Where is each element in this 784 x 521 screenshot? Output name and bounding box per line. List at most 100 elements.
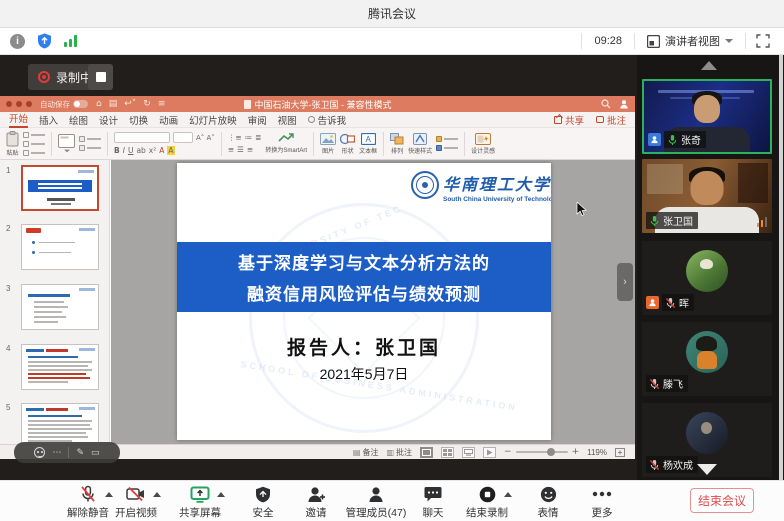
floating-annotation-bar[interactable]: ⋯ ✎ ▭ [14, 442, 120, 463]
slide-sorter-view-button[interactable] [441, 447, 454, 458]
menu-insert[interactable]: 插入 [39, 113, 58, 127]
zoom-knob[interactable] [547, 448, 555, 456]
participant-tile-zhangweiguo[interactable]: 张卫国 [642, 159, 772, 233]
autosave-label: 自动保存 [40, 99, 70, 110]
powerpoint-window: 自动保存 ⌂ ▤ ↩˅ ↻ ≡ 中国石油大学-张卫国 - 兼容性模式 [0, 96, 635, 459]
layout-mini-commands[interactable] [79, 136, 101, 151]
window-control-dots[interactable] [6, 101, 32, 107]
comments-status-button[interactable]: ▥批注 [386, 447, 412, 458]
new-slide-button[interactable] [58, 134, 75, 153]
search-icon[interactable] [601, 99, 611, 109]
window-title: 腾讯会议 [368, 5, 416, 22]
share-button[interactable]: 共享 [554, 113, 584, 127]
more-dots-icon[interactable]: ⋯ [52, 448, 61, 458]
paste-button[interactable]: 粘贴 [6, 131, 19, 157]
slide-canvas[interactable]: UNIVERSITY OF TEC SCHOOL OF BUSINESS ADM… [111, 160, 635, 444]
zoom-slider[interactable]: − + [504, 447, 579, 457]
network-signal-icon[interactable] [64, 35, 77, 47]
scroll-up-icon[interactable] [701, 61, 717, 70]
slide-thumbnail-1[interactable] [21, 165, 99, 211]
security-shield-icon[interactable] [37, 33, 52, 49]
quick-access-toolbar[interactable]: ⌂ ▤ ↩˅ ↻ ≡ [96, 99, 165, 109]
save-icon[interactable]: ▤ [109, 99, 118, 109]
font-format-buttons[interactable]: BIUabx²AA [114, 146, 215, 155]
zoom-in-icon[interactable]: + [572, 447, 580, 457]
slideshow-view-button[interactable] [483, 447, 496, 458]
participant-tile-zhangqi[interactable]: 张奇 [642, 79, 772, 154]
zoom-track[interactable] [516, 451, 568, 453]
list-buttons[interactable]: ⋮≡≔≣ [228, 133, 262, 142]
menu-slideshow[interactable]: 幻灯片放映 [189, 113, 237, 127]
design-ideas-icon [475, 133, 491, 145]
menu-view[interactable]: 视图 [278, 113, 297, 127]
autosave-toggle[interactable]: 自动保存 [40, 99, 88, 110]
slide-thumbnail-panel[interactable]: 1 2 3 [0, 160, 110, 444]
tellme-icon [308, 116, 315, 123]
zoom-percent[interactable]: 119% [587, 448, 607, 457]
smartart-button[interactable]: 转换为SmartArt [265, 133, 307, 154]
picture-button[interactable]: 图片 [320, 133, 336, 155]
recording-label: 录制中 [56, 69, 92, 86]
reaction-smiley-icon[interactable] [34, 447, 45, 458]
smiley-icon [540, 486, 557, 503]
meeting-info-icon[interactable]: i [10, 34, 25, 49]
toolbar-right: 09:28 演讲者视图 [581, 28, 784, 54]
slides-group [58, 134, 101, 153]
participant-tile-tengfei[interactable]: 滕飞 [642, 322, 772, 396]
end-meeting-button[interactable]: 结束会议 [690, 488, 754, 513]
grow-shrink-font[interactable]: A˄ A˅ [196, 134, 215, 142]
design-ideas-button[interactable]: 设计灵感 [471, 133, 495, 155]
participant-tile-hui[interactable]: 晖 [642, 241, 772, 315]
arrange-icon [390, 133, 404, 145]
designer-group: 设计灵感 [471, 133, 495, 155]
shapes-button[interactable]: 形状 [340, 133, 355, 155]
camera-off-icon [126, 486, 146, 502]
scroll-down-icon[interactable] [697, 464, 717, 475]
slide-thumbnail-5[interactable] [21, 403, 99, 444]
fit-slide-icon[interactable] [615, 448, 625, 457]
stop-recording-button[interactable] [88, 64, 113, 90]
textbox-button[interactable]: A 文本框 [359, 133, 377, 155]
university-emblem-icon [411, 171, 439, 199]
menu-transitions[interactable]: 切换 [129, 113, 148, 127]
menu-draw[interactable]: 绘图 [69, 113, 88, 127]
redo-icon[interactable]: ↻ [143, 99, 151, 109]
document-title: 中国石油大学-张卫国 - 兼容性模式 [244, 96, 392, 112]
menu-design[interactable]: 设计 [99, 113, 118, 127]
reading-view-button[interactable] [462, 447, 475, 458]
more-button[interactable]: 更多 [559, 485, 645, 520]
clipboard-mini-commands[interactable] [23, 132, 45, 156]
layout-icon [647, 35, 660, 48]
arrange-button[interactable]: 排列 [390, 133, 404, 155]
fullscreen-icon [756, 34, 770, 48]
sidebar-collapse-button[interactable]: › [617, 263, 633, 301]
account-icon[interactable] [619, 99, 629, 109]
menu-review[interactable]: 审阅 [248, 113, 267, 127]
undo-icon[interactable]: ↩˅ [124, 99, 136, 109]
font-name-select[interactable] [114, 132, 170, 143]
avatar [686, 412, 728, 454]
participant-name: 滕飞 [663, 376, 683, 391]
comments-button[interactable]: 批注 [596, 113, 626, 127]
font-size-select[interactable] [173, 132, 193, 143]
slide-thumbnail-2[interactable] [21, 224, 99, 270]
menu-tellme[interactable]: 告诉我 [308, 113, 347, 127]
view-mode-label: 演讲者视图 [665, 33, 720, 49]
fullscreen-button[interactable] [746, 28, 784, 54]
zoom-out-icon[interactable]: − [504, 447, 512, 457]
pen-icon[interactable]: ✎ [76, 448, 84, 458]
slide-thumbnail-3[interactable] [21, 284, 99, 330]
normal-view-button[interactable] [420, 447, 433, 458]
shape-format-mini[interactable] [436, 136, 458, 151]
notes-button[interactable]: ▤备注 [353, 447, 379, 458]
quick-styles-button[interactable]: 快速样式 [408, 133, 432, 155]
home-icon[interactable]: ⌂ [96, 99, 102, 109]
sidebar-scrollbar[interactable] [779, 55, 783, 480]
frame-icon[interactable]: ▭ [91, 448, 100, 458]
menu-home[interactable]: 开始 [9, 111, 28, 128]
align-buttons[interactable]: ≡☰≡ [228, 145, 262, 154]
view-mode-button[interactable]: 演讲者视图 [635, 28, 745, 54]
menu-animations[interactable]: 动画 [159, 113, 178, 127]
slide-thumbnail-4[interactable] [21, 344, 99, 390]
more-commands-icon[interactable]: ≡ [158, 99, 166, 109]
